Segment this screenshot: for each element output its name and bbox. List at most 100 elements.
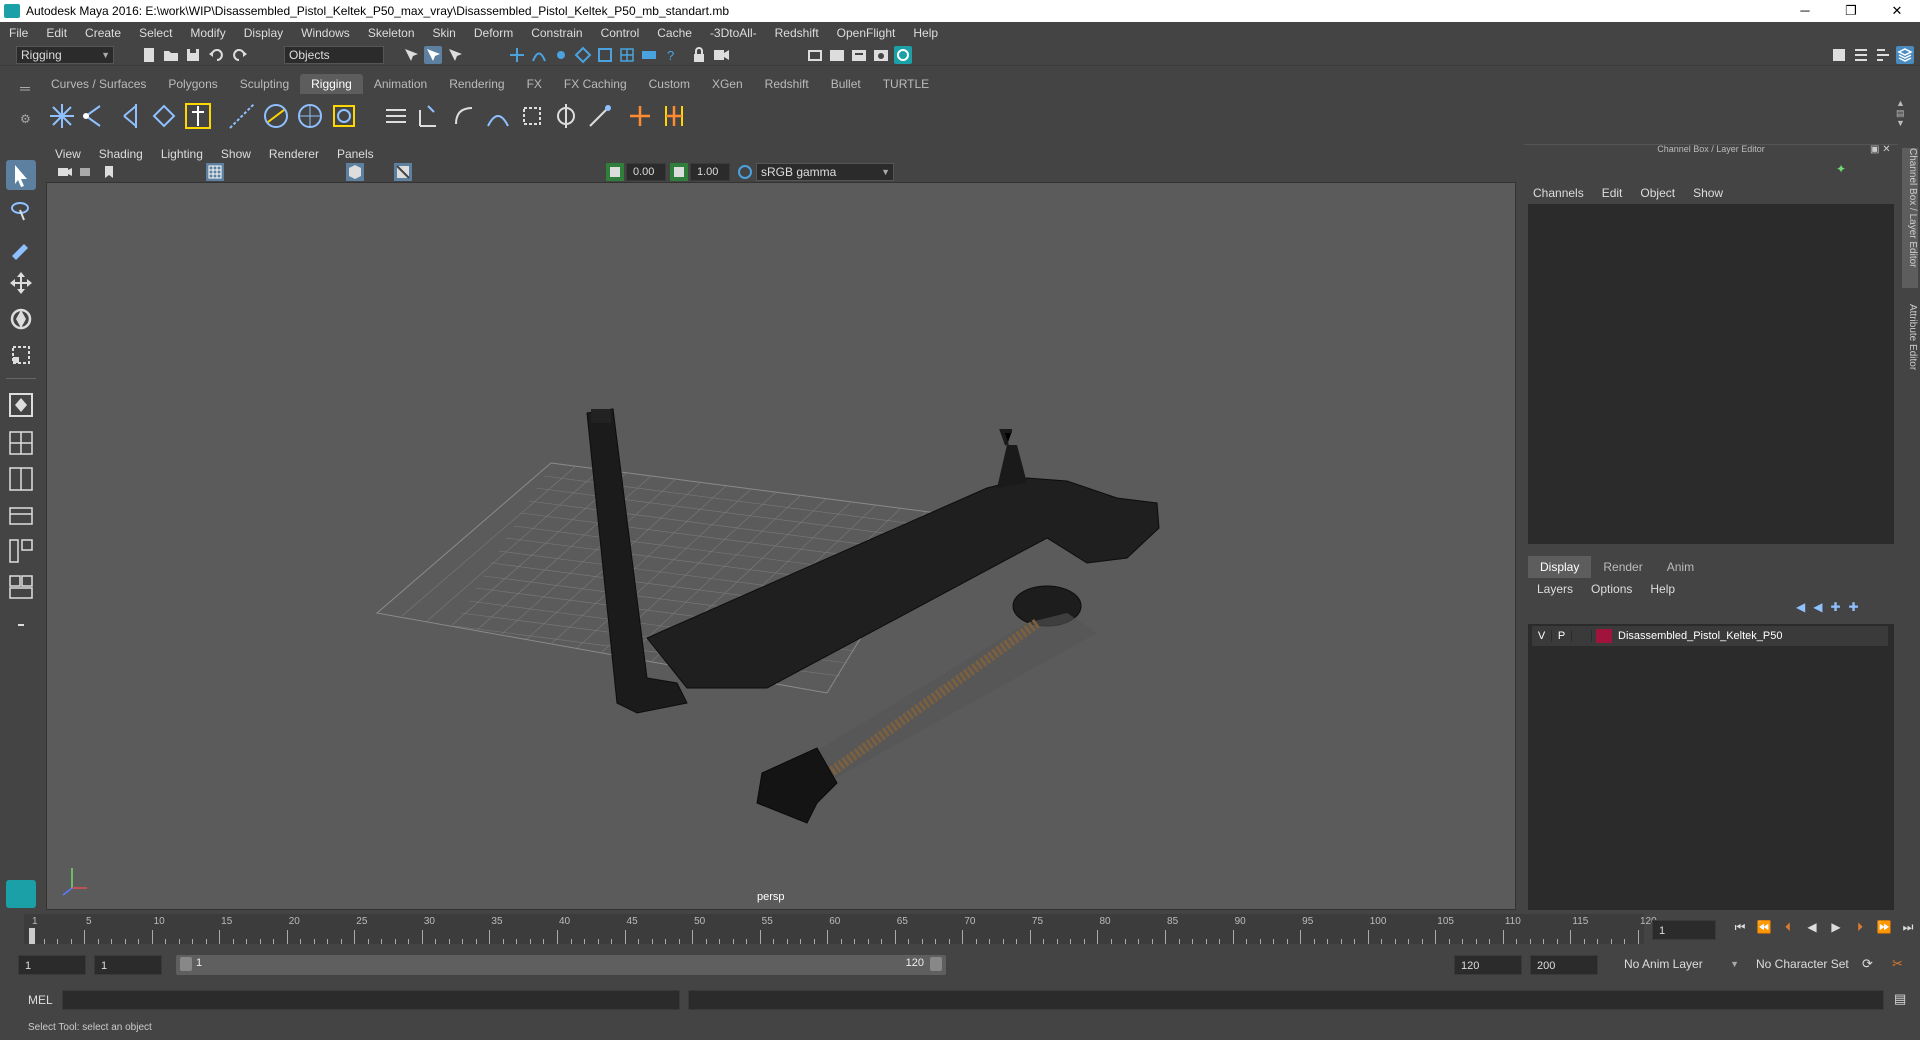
menu-set-dropdown[interactable]: Rigging ▼ <box>16 46 114 64</box>
redo-icon[interactable] <box>230 46 248 64</box>
insert-joint-icon[interactable] <box>80 100 112 132</box>
channel-box-menu-show[interactable]: Show <box>1684 184 1732 202</box>
shelf-tab-curves-surfaces[interactable]: Curves / Surfaces <box>40 74 157 94</box>
play-forwards-button[interactable]: ▶ <box>1826 920 1846 935</box>
panel-menu-show[interactable]: Show <box>212 147 260 161</box>
wire-icon[interactable] <box>482 100 514 132</box>
gamma-icon[interactable] <box>670 163 688 181</box>
shelf-tab-fx-caching[interactable]: FX Caching <box>553 74 638 94</box>
layer-visibility-toggle[interactable]: V <box>1532 630 1552 642</box>
panel-menu-panels[interactable]: Panels <box>328 147 383 161</box>
menu-constrain[interactable]: Constrain <box>522 26 591 40</box>
menu-openflight[interactable]: OpenFlight <box>828 26 905 40</box>
single-perspective-layout-icon[interactable] <box>6 390 36 420</box>
mirror-joint-icon[interactable] <box>114 100 146 132</box>
layer-menu-options[interactable]: Options <box>1582 580 1641 598</box>
menu-file[interactable]: File <box>0 26 37 40</box>
command-input[interactable] <box>62 990 680 1010</box>
channel-box-menu-object[interactable]: Object <box>1631 184 1684 202</box>
hypershade-icon[interactable] <box>872 46 890 64</box>
shelf-menu-icon[interactable]: ═ <box>20 80 30 96</box>
shelf-tab-bullet[interactable]: Bullet <box>820 74 872 94</box>
shelf-tab-animation[interactable]: Animation <box>363 74 438 94</box>
lattice-icon[interactable] <box>380 100 412 132</box>
layer-tab-render[interactable]: Render <box>1591 556 1654 578</box>
paint-select-tool-icon[interactable] <box>6 232 36 262</box>
interactive-bind-skin-icon[interactable] <box>294 100 326 132</box>
shelf-tab-rigging[interactable]: Rigging <box>300 74 363 94</box>
close-button[interactable]: ✕ <box>1874 3 1920 19</box>
wrap-icon[interactable] <box>448 100 480 132</box>
redshift-render-icon[interactable] <box>894 46 912 64</box>
point-constraint-icon[interactable] <box>624 100 656 132</box>
animation-end-field[interactable]: 200 <box>1530 955 1598 975</box>
select-by-component-icon[interactable] <box>446 46 464 64</box>
channel-box-menu-edit[interactable]: Edit <box>1593 184 1632 202</box>
play-backwards-button[interactable]: ◀ <box>1802 920 1822 935</box>
snap-to-grid-icon[interactable] <box>508 46 526 64</box>
bookmark-icon[interactable] <box>100 163 118 181</box>
step-forward-frame-button[interactable]: ⏩ <box>1874 920 1894 935</box>
gamma-field[interactable]: 1.00 <box>690 163 730 181</box>
maya-home-icon[interactable] <box>6 880 36 908</box>
menu-help[interactable]: Help <box>904 26 947 40</box>
current-frame-marker[interactable] <box>29 928 35 944</box>
panel-menu-view[interactable]: View <box>46 147 90 161</box>
paint-skin-weights-icon[interactable] <box>328 100 360 132</box>
menu-skeleton[interactable]: Skeleton <box>359 26 424 40</box>
undo-icon[interactable] <box>208 46 226 64</box>
ipr-render-icon[interactable] <box>828 46 846 64</box>
shelf-tab-xgen[interactable]: XGen <box>701 74 754 94</box>
current-frame-field[interactable]: 1 <box>1652 920 1716 940</box>
go-to-start-button[interactable]: ⏮ <box>1730 920 1750 935</box>
layer-color-swatch[interactable] <box>1596 629 1612 643</box>
select-camera-panel-icon[interactable] <box>56 163 74 181</box>
minimize-button[interactable]: ─ <box>1782 3 1828 19</box>
range-start-handle[interactable] <box>180 957 192 971</box>
layer-tab-display[interactable]: Display <box>1528 556 1592 578</box>
open-scene-icon[interactable] <box>162 46 180 64</box>
four-view-layout-icon[interactable] <box>6 428 36 458</box>
panel-menu-shading[interactable]: Shading <box>90 147 152 161</box>
layer-display-type[interactable] <box>1572 630 1592 642</box>
toolbox-more-icon[interactable] <box>6 610 36 640</box>
step-back-key-button[interactable]: ⏴ <box>1778 920 1798 935</box>
layer-row[interactable]: V P Disassembled_Pistol_Keltek_P50 <box>1532 626 1888 646</box>
exposure-field[interactable]: 0.00 <box>626 163 666 181</box>
range-end-handle[interactable] <box>930 957 942 971</box>
side-by-side-layout-icon[interactable] <box>6 464 36 494</box>
select-by-hierarchy-icon[interactable] <box>402 46 420 64</box>
shelf-tab-turtle[interactable]: TURTLE <box>872 74 940 94</box>
bind-skin-icon[interactable] <box>260 100 292 132</box>
shelf-tab-sculpting[interactable]: Sculpting <box>229 74 300 94</box>
menu-select[interactable]: Select <box>130 26 181 40</box>
new-scene-icon[interactable] <box>140 46 158 64</box>
remove-joint-icon[interactable] <box>182 100 214 132</box>
panel-float-close-icons[interactable]: ▣ ✕ <box>1870 144 1891 155</box>
shelf-tab-polygons[interactable]: Polygons <box>157 74 228 94</box>
sculpt-deformer-icon[interactable] <box>550 100 582 132</box>
color-management-icon[interactable] <box>736 163 754 181</box>
blend-shape-icon[interactable] <box>516 100 548 132</box>
shelf-tab-fx[interactable]: FX <box>516 74 553 94</box>
channel-box-side-tab[interactable]: Channel Box / Layer Editor <box>1902 148 1918 288</box>
restore-button[interactable]: ❐ <box>1828 3 1874 19</box>
layer-menu-layers[interactable]: Layers <box>1528 580 1582 598</box>
layer-name[interactable]: Disassembled_Pistol_Keltek_P50 <box>1618 630 1782 642</box>
snap-to-projected-center-icon[interactable] <box>574 46 592 64</box>
range-slider[interactable]: 1 120 <box>176 955 946 975</box>
snap-to-curve-icon[interactable] <box>530 46 548 64</box>
history-icon[interactable]: ? <box>662 46 680 64</box>
timeline-ruler[interactable]: 1 5 10 15 20 25 30 35 40 45 50 55 60 65 70 75 80 85 90 95 10… <box>24 914 1657 944</box>
step-back-frame-button[interactable]: ⏪ <box>1754 920 1774 935</box>
animation-start-field[interactable]: 1 <box>18 955 86 975</box>
script-editor-icon[interactable]: ▤ <box>1894 991 1906 1007</box>
outliner-layout-icon[interactable] <box>6 572 36 602</box>
panel-menu-renderer[interactable]: Renderer <box>260 147 328 161</box>
attribute-editor-toggle-icon[interactable] <box>1852 46 1870 64</box>
channel-box-menu-channels[interactable]: Channels <box>1524 184 1593 202</box>
snap-to-point-icon[interactable] <box>552 46 570 64</box>
lasso-tool-icon[interactable] <box>6 196 36 226</box>
playback-end-field[interactable]: 120 <box>1454 955 1522 975</box>
persp-outliner-layout-icon[interactable] <box>6 500 36 530</box>
